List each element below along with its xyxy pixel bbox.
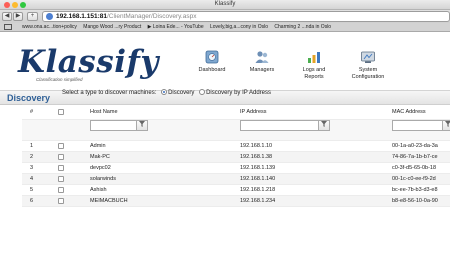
ip-address-cell: 192.168.1.140 [240,176,276,182]
nav-dashboard[interactable]: Dashboard [193,50,231,74]
column-header-ip-address[interactable]: IP Address [240,105,267,120]
browser-toolbar: ◀ ▶ + 192.168.1.151:81/ClientManager/Dis… [0,10,450,23]
column-header-mac-address[interactable]: MAC Address [392,105,426,120]
nav-system-configuration[interactable]: System Configuration [344,50,392,80]
ip-address-filter-button[interactable] [318,120,330,131]
nav-managers[interactable]: Managers [244,50,280,74]
nav-dashboard-label: Dashboard [198,67,226,73]
bookmark-item[interactable]: Charming 2 ...nda in Oslo [274,23,331,31]
table-row[interactable]: 1 Admin 192.168.1.10 00-1a-a0-23-da-3a [22,141,450,152]
table-filter-row [22,120,450,141]
ip-address-cell: 192.168.1.139 [240,165,276,171]
row-number: 1 [30,143,34,149]
table-row[interactable]: 3 devpc02 192.168.1.139 c0-3f-d5-65-0b-1… [22,163,450,174]
window-title: Klassify [214,1,236,7]
host-name-cell: devpc02 [90,165,111,171]
row-number: 5 [30,187,34,193]
bookmarks-bar: www.ona.ac...tion+policy Mango Wood ...r… [0,23,450,32]
logs-reports-icon [306,50,322,64]
forward-button[interactable]: ▶ [13,12,23,21]
managers-icon [254,50,270,64]
site-icon [46,13,53,20]
logo-tagline: Classification simplified [36,77,83,82]
ip-address-cell: 192.168.1.38 [240,154,273,160]
klassify-logo[interactable]: Klassify [18,47,159,78]
bookmark-item[interactable]: www.ona.ac...tion+policy [22,23,77,31]
url-host: 192.168.1.151:81 [56,13,107,20]
discovery-radio-label[interactable]: Discovery [168,90,194,96]
machines-table: # Host Name IP Address MAC Address 1 Adm… [22,104,450,252]
row-number: 4 [30,176,34,182]
mac-address-cell: 74-86-7a-1b-b7-ce [392,154,438,160]
mac-address-cell: c0-3f-d5-65-0b-18 [392,165,437,171]
table-row[interactable]: 6 MEIMACBUCH 192.168.1.234 b8-e8-56-10-0… [22,196,450,207]
mac-address-cell: 00-1c-c0-ee-f9-2d [392,176,436,182]
row-number: 6 [30,198,34,204]
ip-address-cell: 192.168.1.234 [240,198,276,204]
host-name-cell: Ashish [90,187,107,193]
row-number: 3 [30,165,34,171]
bookmark-item[interactable]: Mango Wood ...ry Product [83,23,141,31]
back-button[interactable]: ◀ [2,12,12,21]
mac-address-cell: bc-ee-7b-b3-d3-e8 [392,187,438,193]
host-name-filter-button[interactable] [136,120,148,131]
host-name-filter-input[interactable] [90,120,140,131]
funnel-icon [445,121,450,127]
discovery-by-ip-radio-label[interactable]: Discovery by IP Address [206,90,271,96]
bookmark-list: www.ona.ac...tion+policy Mango Wood ...r… [22,23,336,31]
bookmark-item[interactable]: ▶ Loina Ede... - YouTube [148,23,204,31]
host-name-cell: MEIMACBUCH [90,198,128,204]
nav-system-configuration-label: System Configuration [351,67,385,80]
ip-address-filter-input[interactable] [240,120,330,131]
select-all-checkbox[interactable] [58,109,64,115]
discovery-type-selector: Select a type to discover machines: Disc… [62,89,271,96]
mac-address-cell: 00-1a-a0-23-da-3a [392,143,438,149]
mac-address-filter-button[interactable] [442,120,450,131]
host-name-cell: Mak-PC [90,154,110,160]
nav-logs-and-reports[interactable]: Logs and Reports [294,50,334,80]
nav-logs-and-reports-label: Logs and Reports [302,67,326,80]
discovery-by-ip-radio[interactable] [199,89,206,95]
host-name-cell: Admin [90,143,106,149]
ip-address-cell: 192.168.1.218 [240,187,276,193]
bookmark-item[interactable]: Lovely,big,a...cony in Oslo [210,23,268,31]
browser-window: Klassify ◀ ▶ + 192.168.1.151:81/ClientMa… [0,0,450,266]
app-header: Klassify Classification simplified Dashb… [0,33,450,90]
table-header-row: # Host Name IP Address MAC Address [22,105,450,120]
row-checkbox[interactable] [58,198,64,204]
table-row[interactable]: 5 Ashish 192.168.1.218 bc-ee-7b-b3-d3-e8 [22,185,450,196]
url-path: /ClientManager/Discovery.aspx [106,13,197,20]
system-configuration-icon [360,50,376,64]
row-number: 2 [30,154,34,160]
column-header-number: # [30,109,34,115]
row-checkbox[interactable] [58,154,64,160]
table-row[interactable]: 2 Mak-PC 192.168.1.38 74-86-7a-1b-b7-ce [22,152,450,163]
table-row[interactable]: 4 solarwinds 192.168.1.140 00-1c-c0-ee-f… [22,174,450,185]
row-checkbox[interactable] [58,165,64,171]
mac-address-cell: b8-e8-56-10-0a-90 [392,198,438,204]
row-checkbox[interactable] [58,187,64,193]
page-title: Discovery [7,93,51,103]
window-titlebar: Klassify [0,0,450,10]
nav-managers-label: Managers [249,67,275,73]
row-checkbox[interactable] [58,143,64,149]
funnel-icon [139,121,145,127]
bookmarks-book-icon[interactable] [4,24,12,30]
discovery-type-prompt: Select a type to discover machines: [62,90,157,96]
column-header-host-name[interactable]: Host Name [90,105,118,120]
host-name-cell: solarwinds [90,176,116,182]
row-checkbox[interactable] [58,176,64,182]
discovery-radio[interactable] [161,89,168,95]
ip-address-cell: 192.168.1.10 [240,143,273,149]
new-tab-button[interactable]: + [27,12,38,21]
address-bar[interactable]: 192.168.1.151:81/ClientManager/Discovery… [42,11,450,22]
dashboard-icon [204,50,220,64]
funnel-icon [321,121,327,127]
